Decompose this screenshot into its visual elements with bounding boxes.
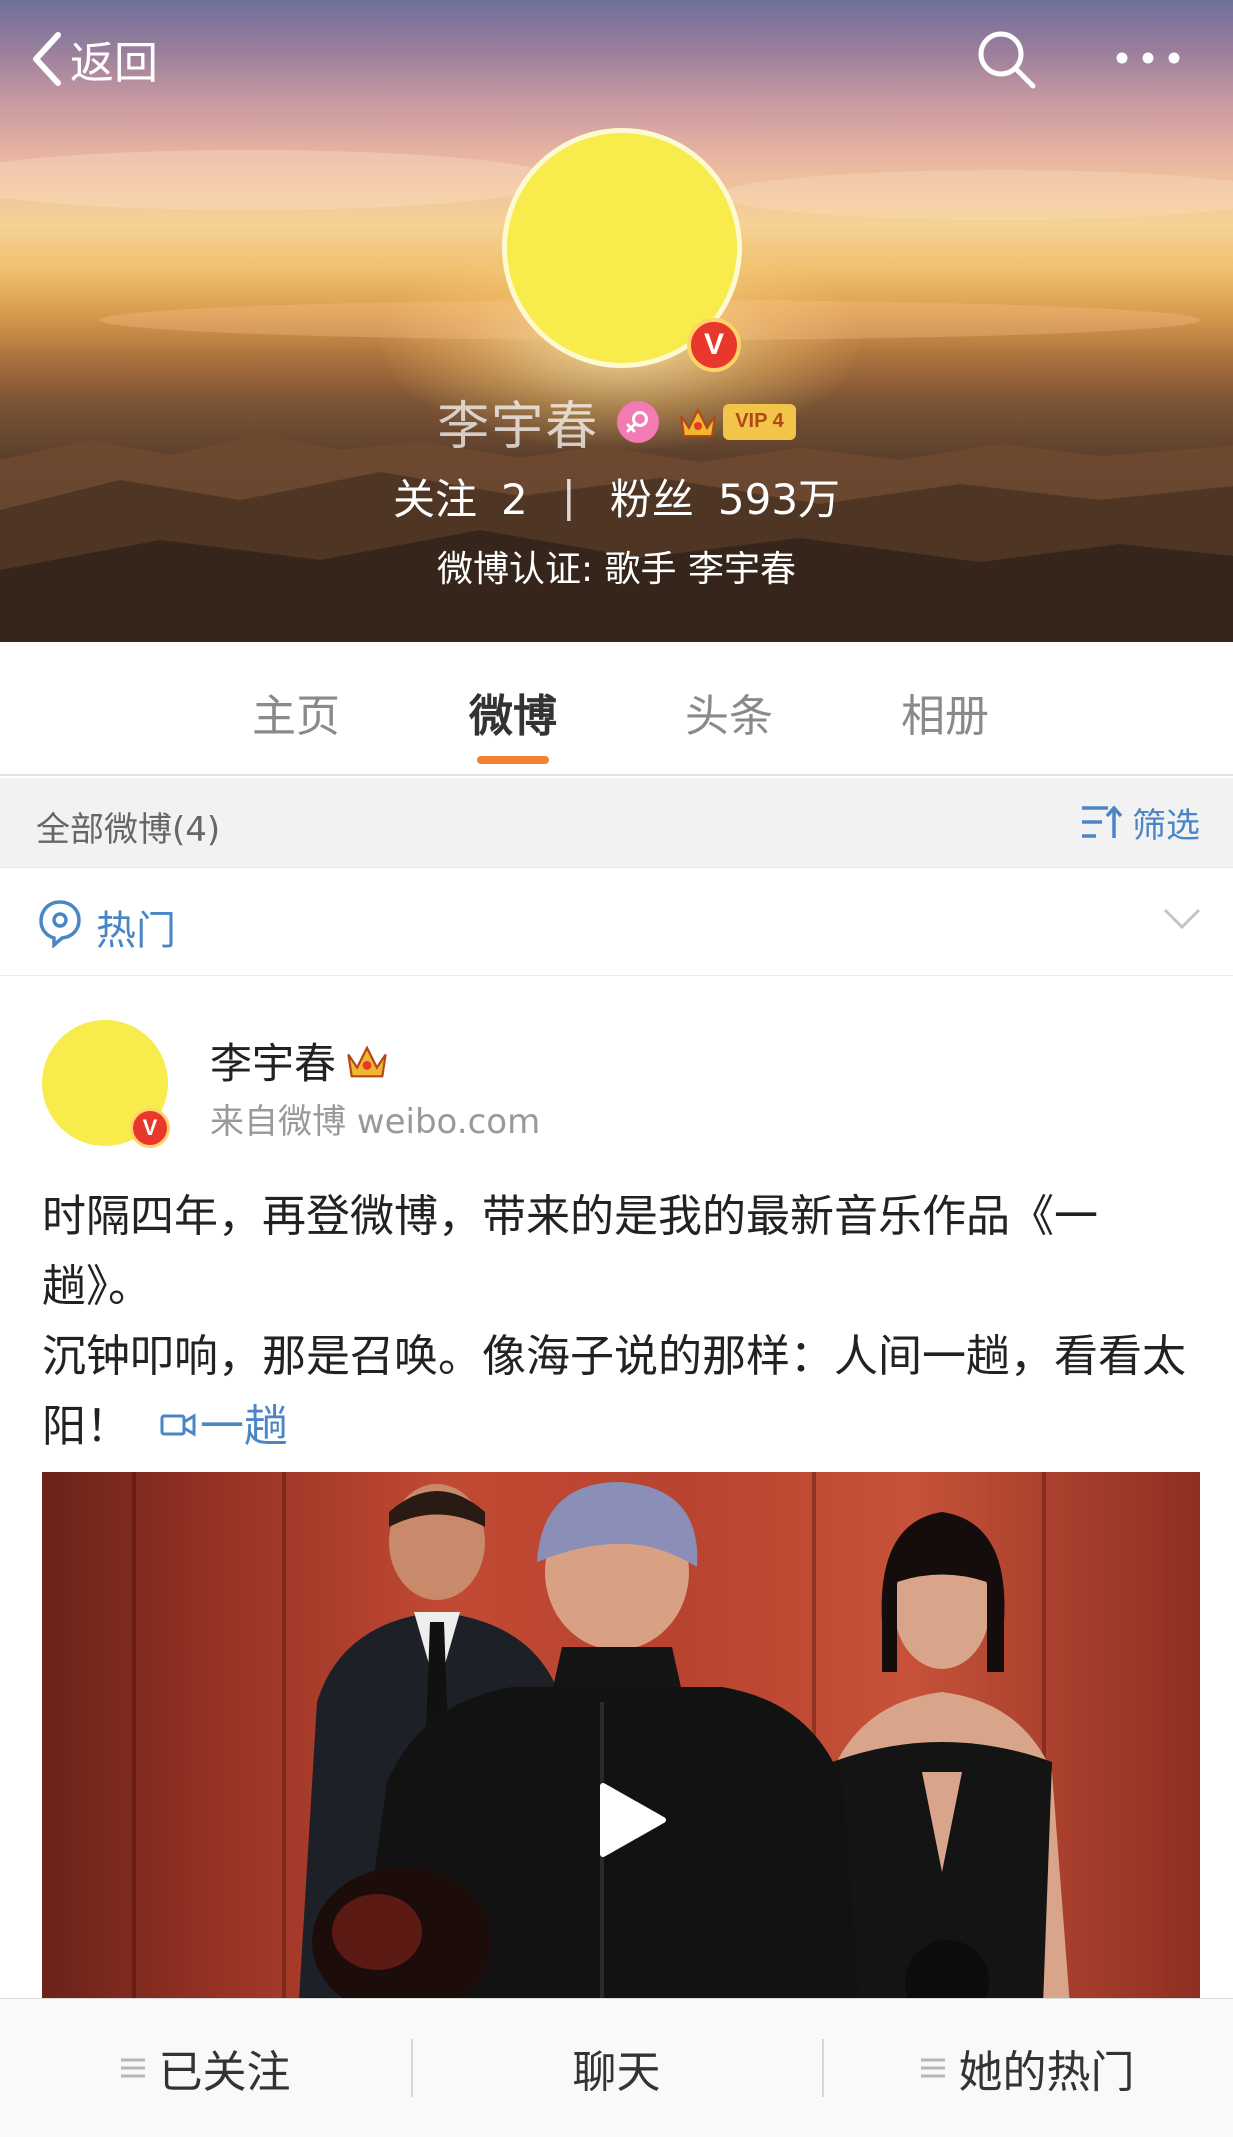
following-label: 关注 [392,475,477,524]
cover-cloud [0,150,560,210]
tab-album[interactable]: 相册 [875,680,1015,744]
menu-icon [920,2058,945,2078]
video-figures-illustration [297,1482,1072,2032]
chevron-down-icon[interactable] [1162,906,1202,932]
filter-button[interactable]: 筛选 [1080,798,1200,846]
verified-badge-icon: V [687,318,741,372]
vip-crown-icon [347,1044,387,1077]
video-link[interactable]: 一趟 [160,1401,288,1452]
chevron-left-icon [33,32,61,86]
vip-crown-icon [680,407,717,437]
her-hot-button[interactable]: 她的热门 [822,1999,1233,2137]
more-horizontal-icon[interactable] [1112,36,1184,80]
bottom-action-bar: 已关注 聊天 她的热门 [0,1998,1233,2137]
back-label: 返回 [70,38,158,89]
followed-button[interactable]: 已关注 [0,1999,411,2137]
profile-tabs: 主页 微博 头条 相册 [0,642,1233,776]
filter-icon [1082,805,1123,838]
fans-count: 593万 [717,475,841,524]
followed-label: 已关注 [158,2047,291,2098]
video-camera-icon [160,1413,196,1437]
following-stat[interactable]: 关注 2 [393,466,528,527]
tab-weibo[interactable]: 微博 [443,680,583,744]
tab-headlines[interactable]: 头条 [659,680,799,744]
verified-badge-icon: V [130,1108,170,1148]
her-hot-label: 她的热门 [958,2047,1135,2098]
profile-name: 李宇春 [437,397,600,457]
video-thumbnail[interactable] [42,1472,1200,2032]
video-link-label: 一趟 [200,1401,288,1452]
verification-text: 微博认证: 歌手 李宇春 [436,549,797,590]
post-text: 时隔四年，再登微博，带来的是我的最新音乐作品《一趟》。 沉钟叩响，那是召唤。像海… [42,1182,1202,1462]
top-navigation-bar: 返回 [0,0,1233,120]
weibo-post: V 李宇春 来自微博 weibo.com 时隔四年，再登微博，带来的是我的最新音… [0,976,1233,2032]
post-text-line: 时隔四年，再登微博，带来的是我的最新音乐作品《一趟》。 [42,1191,1098,1312]
tab-home[interactable]: 主页 [226,680,366,744]
chat-label: 聊天 [572,2047,661,2098]
filter-bar: 全部微博(4) 筛选 [0,778,1233,868]
post-author-row: 李宇春 [210,1030,390,1091]
all-posts-count: 全部微博(4) [36,810,221,850]
profile-stats: 关注 2 | 粉丝 593万 [0,466,1233,527]
following-count: 2 [500,475,528,524]
search-icon[interactable] [975,28,1039,92]
menu-icon [120,2058,145,2078]
profile-name-row: 李宇春 VIP 4 [0,384,1233,459]
post-author-name[interactable]: 李宇春 [210,1030,336,1091]
post-author-avatar[interactable]: V [42,1020,170,1148]
hot-sort-row[interactable]: 热门 [0,868,1233,976]
female-icon [617,400,660,443]
vip-level-badge[interactable]: VIP 4 [723,403,796,440]
chat-button[interactable]: 聊天 [411,1999,822,2137]
profile-avatar[interactable]: V [502,128,742,372]
play-icon[interactable] [597,1782,667,1858]
fans-stat[interactable]: 粉丝 593万 [610,466,840,527]
back-button[interactable]: 返回 [30,28,158,90]
hot-label: 热门 [96,908,176,954]
fans-label: 粉丝 [609,475,694,524]
active-tab-indicator [477,756,549,764]
hot-topic-icon [39,900,81,948]
post-source: 来自微博 weibo.com [210,1102,541,1142]
filter-label: 筛选 [1132,805,1200,846]
post-text-line: 沉钟叩响，那是召唤。像海子说的那样：人间一趟，看看太阳！ 一趟 [42,1322,1202,1462]
profile-header: 返回 V 李宇春 VIP 4 关注 2 | 粉丝 593万 微博认证: 歌手 李… [0,0,1233,642]
stats-divider: | [561,472,576,521]
cover-cloud [720,170,1233,220]
